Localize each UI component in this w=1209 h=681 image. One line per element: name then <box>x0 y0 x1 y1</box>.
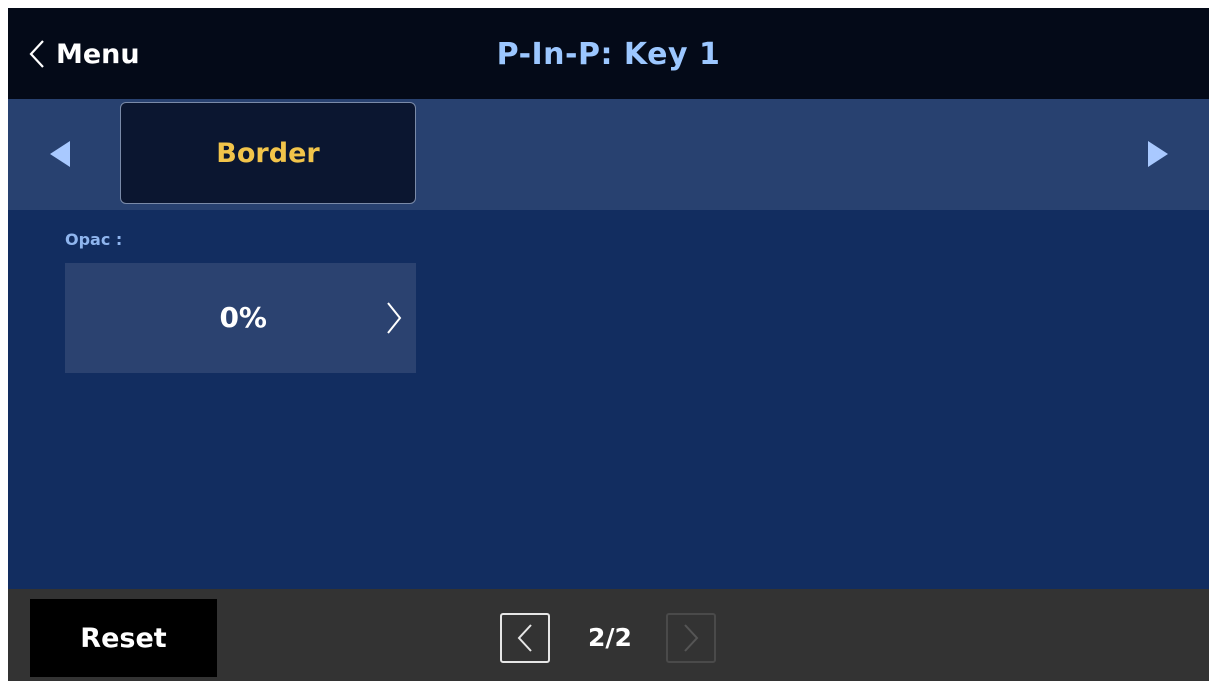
opacity-value-button[interactable]: 0% <box>65 263 416 373</box>
header-bar: P-In-P: Key 1 Menu <box>8 8 1209 99</box>
reset-button[interactable]: Reset <box>30 599 217 677</box>
tab-strip: Border <box>8 99 1209 210</box>
reset-label: Reset <box>80 622 167 654</box>
tab-border-label: Border <box>216 137 320 169</box>
tab-next-button[interactable] <box>1144 137 1174 171</box>
opacity-value: 0% <box>219 301 267 334</box>
back-menu-button[interactable]: Menu <box>28 32 140 76</box>
tab-border[interactable]: Border <box>120 102 416 204</box>
page-indicator: 2/2 <box>588 623 632 652</box>
triangle-left-icon <box>44 141 74 175</box>
chevron-right-icon <box>385 301 403 339</box>
page-prev-button[interactable] <box>500 613 550 663</box>
triangle-right-icon <box>1144 141 1174 175</box>
back-menu-label: Menu <box>56 38 140 70</box>
tab-prev-button[interactable] <box>44 137 74 171</box>
footer-bar: Reset 2/2 <box>8 589 1209 681</box>
screen: P-In-P: Key 1 Menu Border Opac: 0% Rese… <box>8 8 1209 681</box>
opacity-label: Opac : <box>65 230 123 249</box>
chevron-left-icon <box>28 39 46 69</box>
page-next-button[interactable] <box>666 613 716 663</box>
page-title: P-In-P: Key 1 <box>496 37 721 72</box>
